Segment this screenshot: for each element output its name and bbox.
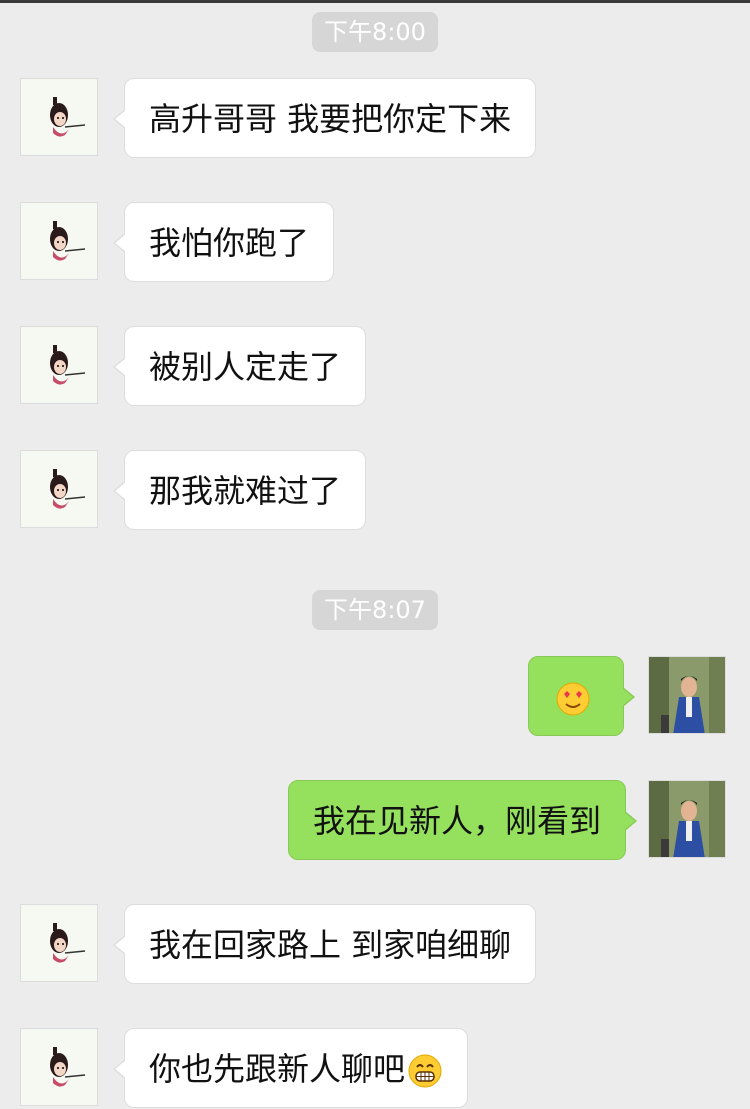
cartoon-girl-avatar-icon: [50, 221, 86, 261]
cartoon-girl-avatar-icon: [50, 97, 86, 137]
incoming-message-bubble[interactable]: 你也先跟新人聊吧: [112, 1028, 469, 1108]
user-avatar[interactable]: [648, 780, 726, 858]
message-text: 那我就难过了: [149, 472, 342, 510]
message-text: 被别人定走了: [149, 348, 342, 386]
incoming-message-bubble[interactable]: 我在回家路上 到家咱细聊: [112, 904, 537, 984]
cartoon-girl-avatar-icon: [50, 923, 86, 963]
cartoon-girl-avatar-icon: [50, 469, 86, 509]
message-text: 我怕你跑了: [149, 224, 310, 262]
cartoon-girl-avatar-icon: [50, 1047, 86, 1087]
incoming-message-bubble[interactable]: 被别人定走了: [112, 326, 367, 406]
man-in-blue-suit-avatar-icon: [649, 781, 725, 857]
message-text: 我在回家路上 到家咱细聊: [149, 926, 512, 964]
outgoing-message-bubble[interactable]: 我在见新人，刚看到: [288, 780, 638, 860]
man-in-blue-suit-avatar-icon: [649, 657, 725, 733]
incoming-message-bubble[interactable]: 高升哥哥 我要把你定下来: [112, 78, 537, 158]
grin-emoji-icon: [407, 1053, 443, 1089]
message-text: 高升哥哥 我要把你定下来: [149, 100, 512, 138]
heart-eyes-emoji-icon: [555, 681, 591, 717]
cartoon-girl-avatar-icon: [50, 345, 86, 385]
user-avatar[interactable]: [648, 656, 726, 734]
message-text: 我在见新人，刚看到: [313, 802, 602, 840]
contact-avatar[interactable]: [20, 202, 98, 280]
top-edge: [0, 0, 750, 3]
contact-avatar[interactable]: [20, 326, 98, 404]
contact-avatar[interactable]: [20, 904, 98, 982]
timestamp: 下午8:07: [312, 590, 438, 630]
incoming-message-bubble[interactable]: 那我就难过了: [112, 450, 367, 530]
incoming-message-bubble[interactable]: 我怕你跑了: [112, 202, 335, 282]
contact-avatar[interactable]: [20, 78, 98, 156]
timestamp: 下午8:00: [312, 12, 438, 52]
contact-avatar[interactable]: [20, 450, 98, 528]
outgoing-message-bubble[interactable]: [528, 656, 635, 736]
message-text: 你也先跟新人聊吧: [149, 1050, 406, 1088]
contact-avatar[interactable]: [20, 1028, 98, 1106]
